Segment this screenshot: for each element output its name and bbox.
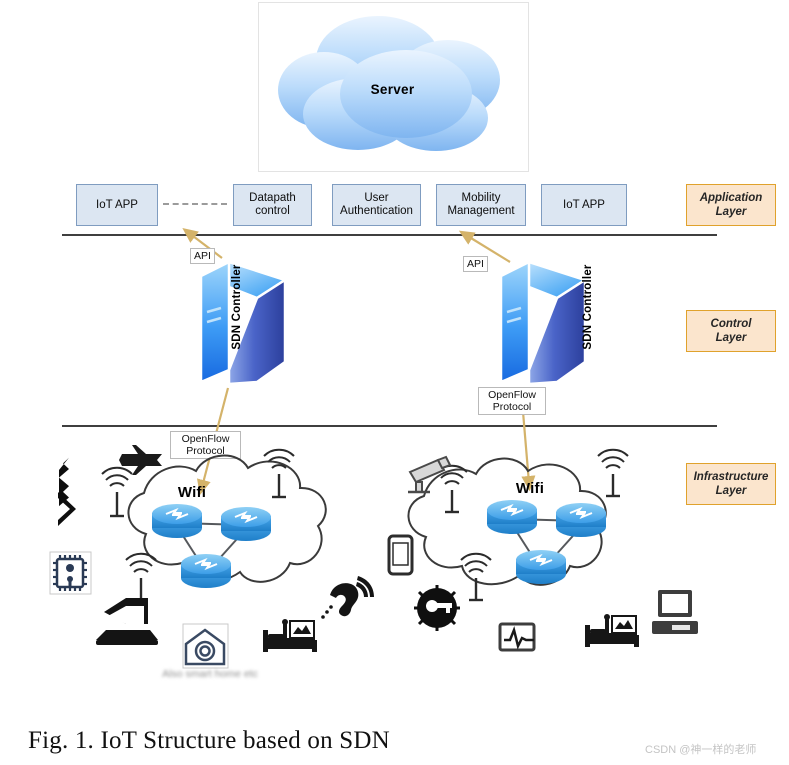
app-box-dashed-connector — [163, 203, 227, 205]
router-links-right — [512, 518, 581, 568]
layer-tag-line2: Layer — [715, 206, 747, 218]
hospital-bed-icon — [263, 619, 317, 652]
smart-home-icon — [182, 623, 229, 669]
app-box-mobility-management[interactable]: Mobility Management — [436, 184, 526, 226]
cloud-left-wifi-label: Wifi — [177, 483, 207, 501]
access-point-icon — [263, 448, 295, 499]
sdn-controller-left-label: SDN Controller — [231, 264, 243, 350]
access-point-icon — [125, 552, 157, 602]
app-box-line2: Authentication — [340, 205, 413, 217]
access-point-icon — [436, 464, 468, 514]
chip-icon — [49, 551, 92, 595]
ecg-monitor-icon — [498, 622, 536, 652]
app-box-line2: Management — [447, 205, 515, 217]
app-box-line1: User — [364, 192, 389, 204]
cloud-left-outline — [127, 454, 327, 583]
openflow-line1: OpenFlow — [181, 433, 230, 445]
laptop-icon — [96, 598, 158, 645]
app-box-iot-app-1[interactable]: IoT APP — [76, 184, 158, 226]
cctv-camera-icon — [408, 455, 452, 494]
openflow-line2: Protocol — [492, 401, 532, 413]
sdn-controller-right-label: SDN Controller — [582, 264, 594, 350]
api-label-right: API — [463, 256, 488, 272]
figure-caption: Fig. 1. IoT Structure based on SDN — [28, 727, 390, 754]
openflow-line1: OpenFlow — [488, 389, 536, 401]
router-icon — [516, 550, 566, 584]
access-point-icon — [460, 552, 492, 602]
router-icon — [556, 503, 606, 537]
app-box-line1: IoT APP — [563, 198, 605, 211]
access-point-icon — [101, 466, 133, 518]
hearing-ear-icon — [321, 576, 374, 619]
app-box-datapath[interactable]: Datapath control — [233, 184, 312, 226]
layer-tag-application: Application Layer — [686, 184, 776, 226]
cloud-right-wifi-label: Wifi — [515, 479, 545, 497]
openflow-line2: Protocol — [186, 445, 225, 457]
router-icon — [181, 554, 231, 588]
layer-tag-line1: Application — [699, 192, 763, 204]
router-icon — [152, 504, 202, 538]
layer-divider-application-control — [62, 234, 717, 236]
key-badge-icon — [414, 585, 460, 631]
router-icon — [487, 500, 537, 534]
layer-tag-line1: Infrastructure — [693, 471, 769, 483]
desktop-computer-icon — [652, 590, 698, 634]
openflow-label-right: OpenFlow Protocol — [478, 387, 546, 415]
smart-home-caption-blurred: Also smart home etc — [162, 668, 258, 680]
openflow-label-left: OpenFlow Protocol — [170, 431, 241, 459]
app-box-iot-app-2[interactable]: IoT APP — [541, 184, 627, 226]
access-point-icon — [597, 448, 629, 498]
airplane-icon — [119, 445, 162, 475]
sdn-controller-right-icon[interactable] — [495, 252, 591, 392]
layer-tag-line2: Layer — [715, 332, 747, 344]
app-box-line1: Mobility — [461, 192, 501, 204]
app-box-line1: IoT APP — [96, 198, 138, 211]
router-links-left — [177, 522, 246, 570]
app-box-line1: Datapath — [249, 192, 296, 204]
bluetooth-icon — [58, 457, 76, 526]
app-box-user-authentication[interactable]: User Authentication — [332, 184, 421, 226]
layer-tag-line1: Control — [710, 318, 752, 330]
layer-tag-infrastructure: Infrastructure Layer — [686, 463, 776, 505]
api-label-left: API — [190, 248, 215, 264]
layer-tag-line2: Layer — [715, 485, 747, 497]
hospital-bed-icon — [585, 614, 639, 647]
server-label: Server — [370, 81, 415, 97]
router-icon — [221, 507, 271, 541]
layer-divider-control-infrastructure — [62, 425, 717, 427]
csdn-watermark: CSDN @神一样的老师 — [645, 744, 757, 756]
smartphone-icon — [387, 534, 414, 576]
app-box-line2: control — [255, 205, 290, 217]
layer-tag-control: Control Layer — [686, 310, 776, 352]
